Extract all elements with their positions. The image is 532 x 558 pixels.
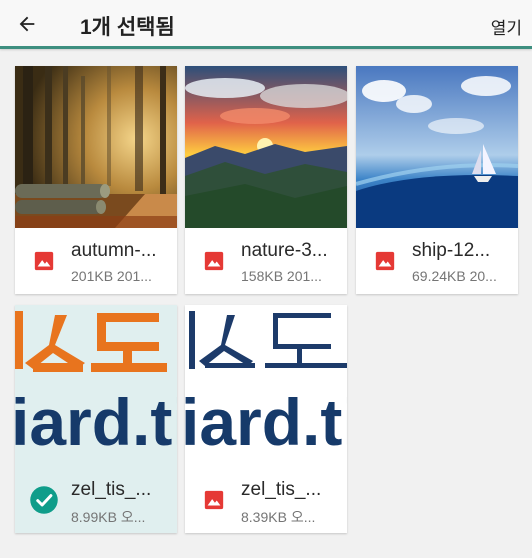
check-circle-icon	[30, 486, 58, 514]
file-card[interactable]: iard.ti zel_tis_... 8.39KB 오...	[185, 305, 347, 533]
file-name: zel_tis_...	[241, 479, 322, 500]
file-card[interactable]: autumn-... 201KB 201...	[15, 66, 177, 294]
file-meta: 69.24KB 20...	[412, 268, 497, 284]
back-button[interactable]	[12, 9, 42, 39]
thumbnail-nature	[185, 66, 347, 228]
file-info: nature-3... 158KB 201...	[185, 228, 347, 294]
thumbnail-zel-tis: iard.ti	[185, 305, 347, 467]
arrow-back-icon	[19, 16, 35, 32]
svg-text:iard.ti: iard.ti	[185, 385, 347, 459]
app-bar: 1개 선택됨 열기	[0, 0, 532, 49]
file-name: ship-12...	[412, 240, 491, 261]
image-icon	[204, 490, 224, 510]
thumbnail-ship	[356, 66, 518, 228]
file-card-selected[interactable]: iard.ti zel_tis_... 8.99KB 오...	[15, 305, 177, 533]
file-meta: 8.99KB 오...	[71, 509, 146, 525]
file-info: zel_tis_... 8.39KB 오...	[185, 467, 347, 533]
file-name: nature-3...	[241, 240, 328, 261]
thumbnail-autumn	[15, 66, 177, 228]
file-meta: 8.39KB 오...	[241, 509, 316, 525]
file-meta: 158KB 201...	[241, 268, 322, 284]
file-name: zel_tis_...	[71, 479, 152, 500]
file-name: autumn-...	[71, 240, 157, 261]
file-card[interactable]: ship-12... 69.24KB 20...	[356, 66, 518, 294]
thumbnail-zel-tis: iard.ti	[15, 305, 177, 467]
file-info: autumn-... 201KB 201...	[15, 228, 177, 294]
image-icon	[204, 251, 224, 271]
open-button[interactable]: 열기	[491, 14, 522, 39]
file-info: ship-12... 69.24KB 20...	[356, 228, 518, 294]
image-icon	[375, 251, 395, 271]
svg-text:iard.ti: iard.ti	[15, 385, 177, 459]
image-icon	[34, 251, 54, 271]
selection-count-title: 1개 선택됨	[80, 16, 175, 39]
file-card[interactable]: nature-3... 158KB 201...	[185, 66, 347, 294]
file-info: zel_tis_... 8.99KB 오...	[15, 467, 177, 533]
file-meta: 201KB 201...	[71, 268, 152, 284]
